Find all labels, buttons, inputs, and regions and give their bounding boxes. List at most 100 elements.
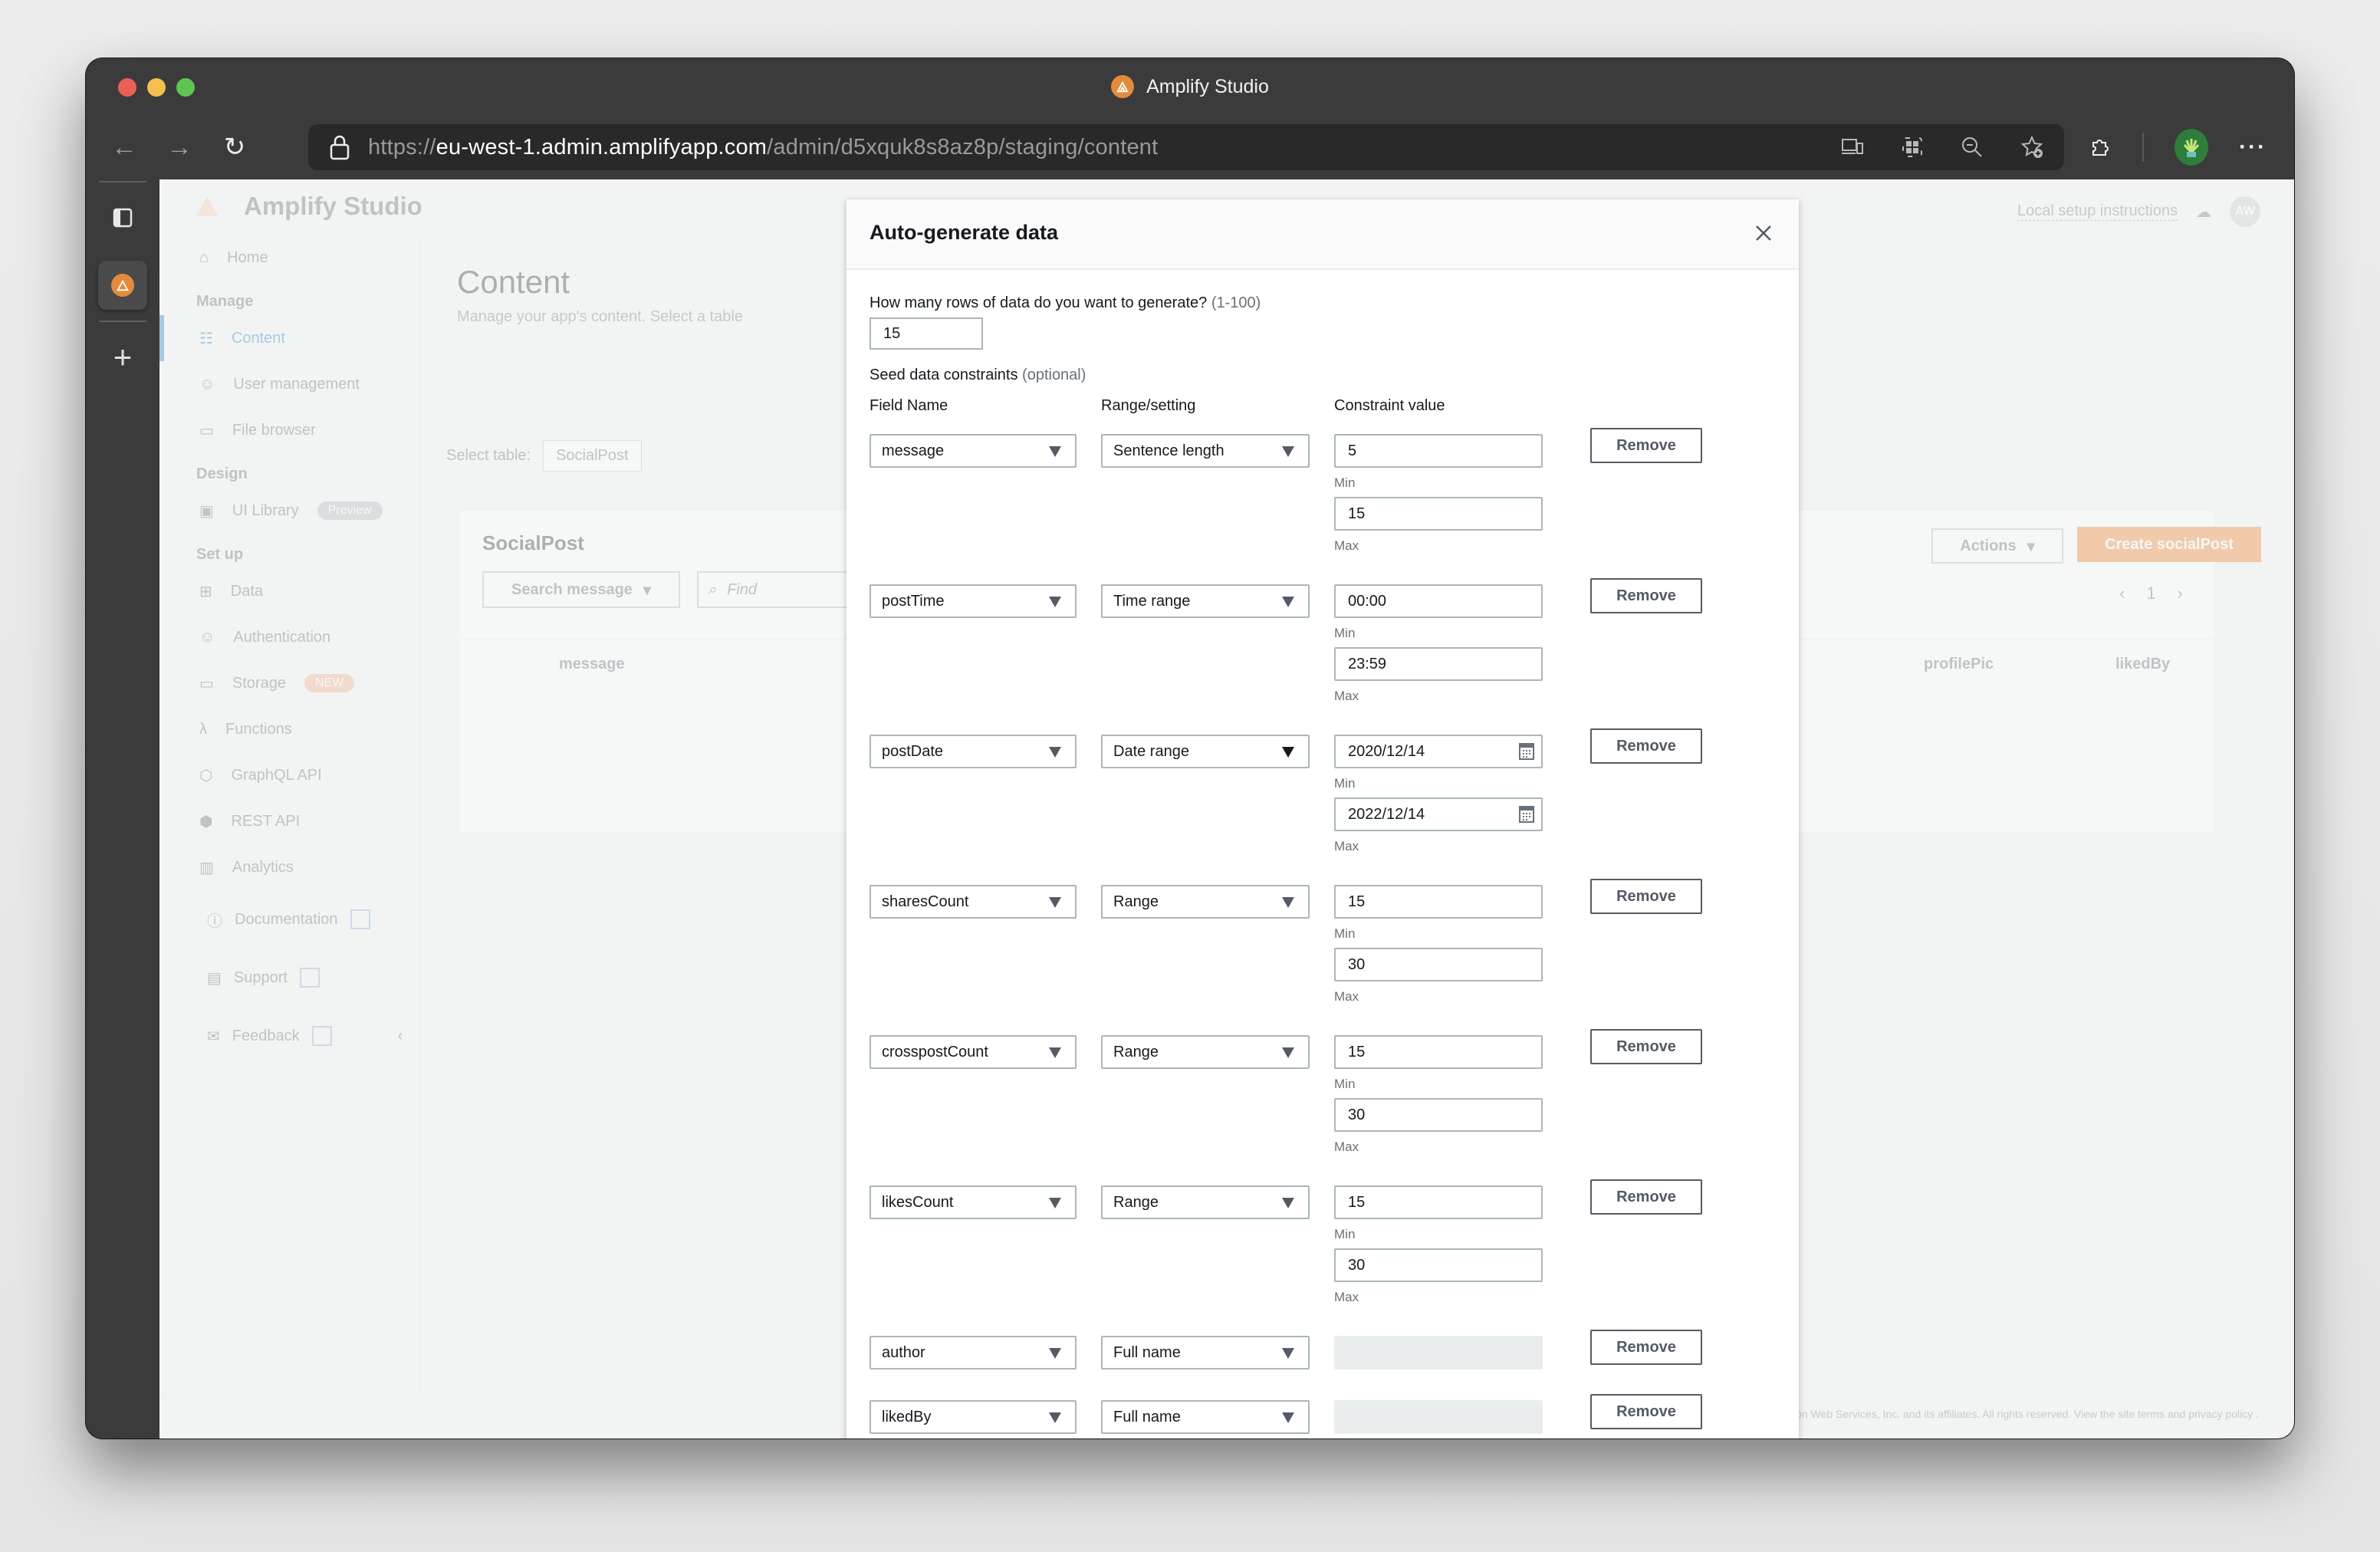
field-name-select[interactable]: postTime	[869, 584, 1077, 618]
constraint-row-likescount: likesCount Range Min Max Remove	[869, 1179, 1776, 1323]
column-header-profilepic[interactable]: profilePic	[1924, 656, 1994, 673]
sidebar-item-storage[interactable]: ▭ Storage NEW	[159, 660, 420, 706]
amplify-tab-icon[interactable]	[98, 261, 147, 310]
caret-down-icon	[1049, 897, 1061, 908]
remove-button[interactable]: Remove	[1590, 728, 1702, 764]
max-value-input[interactable]	[1334, 497, 1543, 531]
range-setting-select[interactable]: Range	[1101, 885, 1310, 919]
zoom-out-icon[interactable]	[1960, 135, 1984, 159]
sidebar-item-file-browser[interactable]: ▭ File browser	[159, 407, 420, 453]
min-value-input[interactable]	[1334, 434, 1543, 468]
address-bar[interactable]: https://eu-west-1.admin.amplifyapp.com/a…	[308, 124, 2064, 170]
remove-button[interactable]: Remove	[1590, 428, 1702, 463]
back-button[interactable]: ←	[107, 130, 141, 164]
add-favorite-icon[interactable]	[2020, 135, 2044, 159]
min-value-input[interactable]	[1334, 885, 1543, 919]
minimize-window-button[interactable]	[147, 78, 166, 97]
field-name-select[interactable]: sharesCount	[869, 885, 1077, 919]
min-date-input[interactable]	[1334, 735, 1543, 768]
tab-actions-icon[interactable]	[98, 193, 147, 242]
remove-button[interactable]: Remove	[1590, 1179, 1702, 1215]
rows-count-input[interactable]	[869, 317, 983, 350]
more-icon[interactable]: ···	[2239, 134, 2267, 160]
range-setting-select[interactable]: Full name	[1101, 1336, 1310, 1370]
remove-button[interactable]: Remove	[1590, 1394, 1702, 1429]
max-value-input[interactable]	[1334, 1248, 1543, 1282]
sidebar-item-user-management[interactable]: ☺ User management	[159, 361, 420, 407]
amplify-logo[interactable]: Amplify Studio	[195, 192, 422, 221]
extensions-icon[interactable]	[2087, 135, 2112, 159]
search-icon: ⌕	[708, 580, 717, 598]
create-socialpost-button[interactable]: Create socialPost	[2077, 527, 2261, 562]
prev-page-icon[interactable]: ‹	[2119, 584, 2125, 603]
sidebar-item-ui-library[interactable]: ▣ UI Library Preview	[159, 488, 420, 534]
remove-button[interactable]: Remove	[1590, 1330, 1702, 1365]
collapse-sidebar-icon[interactable]: ‹	[398, 1028, 403, 1045]
field-name-select[interactable]: likedBy	[869, 1400, 1077, 1434]
min-label: Min	[1334, 1227, 1356, 1241]
field-name-select[interactable]: crosspostCount	[869, 1035, 1077, 1069]
remove-button[interactable]: Remove	[1590, 578, 1702, 613]
caret-down-icon	[1049, 1348, 1061, 1359]
sidebar-item-rest-api[interactable]: ⬢ REST API	[159, 798, 420, 844]
device-icon[interactable]	[1840, 135, 1865, 159]
range-setting-select[interactable]: Range	[1101, 1185, 1310, 1219]
sidebar-link-documentation[interactable]: ⓘ Documentation	[159, 890, 420, 949]
remove-button[interactable]: Remove	[1590, 879, 1702, 914]
url-text[interactable]: https://eu-west-1.admin.amplifyapp.com/a…	[368, 135, 1158, 160]
sidebar-item-functions[interactable]: λ Functions	[159, 706, 420, 752]
reload-button[interactable]: ↻	[218, 130, 251, 164]
next-page-icon[interactable]: ›	[2178, 584, 2183, 603]
max-value-input[interactable]	[1334, 1098, 1543, 1132]
range-setting-select[interactable]: Time range	[1101, 584, 1310, 618]
min-value-input[interactable]	[1334, 1035, 1543, 1069]
browser-extras: ···	[2087, 124, 2267, 170]
remove-button[interactable]: Remove	[1590, 1029, 1702, 1064]
sidebar-item-data[interactable]: ⊞ Data	[159, 568, 420, 614]
avatar[interactable]: AW	[2230, 196, 2260, 227]
min-value-input[interactable]	[1334, 584, 1543, 618]
field-name-select[interactable]: likesCount	[869, 1185, 1077, 1219]
range-setting-select[interactable]: Date range	[1101, 735, 1310, 768]
max-value-input[interactable]	[1334, 948, 1543, 982]
new-tab-icon[interactable]: +	[98, 333, 147, 382]
range-setting-select[interactable]: Range	[1101, 1035, 1310, 1069]
field-name-select[interactable]: postDate	[869, 735, 1077, 768]
active-tab[interactable]: Amplify Studio	[1111, 75, 1269, 98]
field-name-select[interactable]: message	[869, 434, 1077, 468]
calendar-icon[interactable]	[1518, 742, 1535, 761]
sidebar-item-home[interactable]: ⌂ Home	[159, 235, 420, 281]
find-input[interactable]: ⌕ Find	[697, 571, 863, 608]
column-header-likedby[interactable]: likedBy	[2115, 656, 2170, 673]
sidebar-item-label: UI Library	[232, 501, 299, 519]
actions-button[interactable]: Actions ▾	[1931, 528, 2063, 564]
forward-button[interactable]: →	[163, 130, 196, 164]
field-name-select[interactable]: author	[869, 1336, 1077, 1370]
modal-body: How many rows of data do you want to gen…	[869, 268, 1776, 1439]
sidebar-item-analytics[interactable]: ▥ Analytics	[159, 844, 420, 890]
range-setting-select[interactable]: Sentence length	[1101, 434, 1310, 468]
sidebar-link-feedback[interactable]: ✉ Feedback ‹	[159, 1007, 420, 1065]
close-window-button[interactable]	[118, 78, 136, 97]
current-page[interactable]: 1	[2146, 584, 2155, 603]
page-title: Content	[457, 264, 570, 300]
sidebar-link-support[interactable]: ▤ Support	[159, 949, 420, 1007]
local-setup-link[interactable]: Local setup instructions	[2017, 202, 2178, 221]
close-icon[interactable]	[1751, 221, 1776, 245]
maximize-window-button[interactable]	[176, 78, 195, 97]
max-date-input[interactable]	[1334, 797, 1543, 831]
modal-title: Auto-generate data	[869, 221, 1059, 244]
select-table-dropdown[interactable]: SocialPost	[543, 440, 642, 472]
calendar-icon[interactable]	[1518, 805, 1535, 824]
apps-icon[interactable]	[1900, 135, 1925, 159]
sidebar-item-graphql-api[interactable]: ⬡ GraphQL API	[159, 752, 420, 798]
range-setting-select[interactable]: Full name	[1101, 1400, 1310, 1434]
profile-icon[interactable]	[2175, 129, 2209, 166]
sidebar-item-content[interactable]: ☷ Content	[159, 315, 420, 361]
column-header-message[interactable]: message	[559, 656, 625, 673]
sidebar-item-authentication[interactable]: ☺ Authentication	[159, 614, 420, 660]
min-value-input[interactable]	[1334, 1185, 1543, 1219]
max-value-input[interactable]	[1334, 647, 1543, 681]
search-field-dropdown[interactable]: Search message ▾	[482, 571, 680, 608]
cloud-upload-icon[interactable]: ☁	[2196, 202, 2211, 222]
